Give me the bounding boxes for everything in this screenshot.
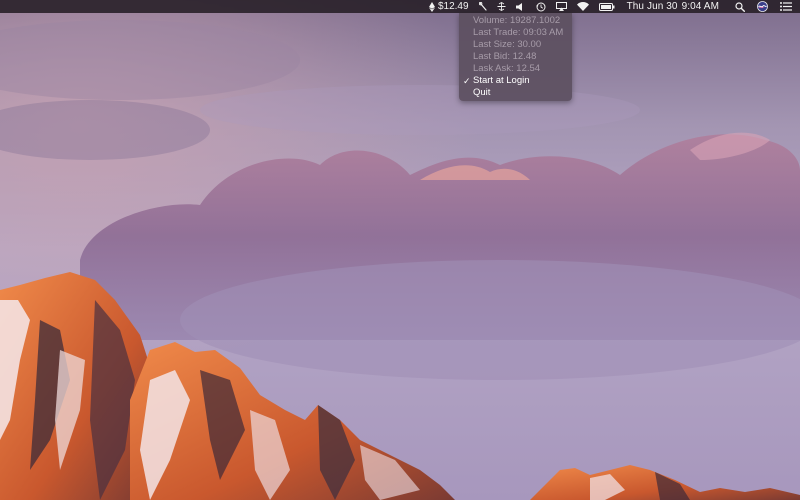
airplay-status-item[interactable]: [555, 0, 567, 13]
menu-bar-status-area: $12.49 Thu Jun 30 9:04 AM: [428, 0, 800, 13]
network-icon: [497, 2, 506, 11]
menu-item-volume: Volume: 19287.1002: [459, 15, 572, 27]
ticker-price: $12.49: [437, 1, 469, 12]
time-machine-status-item[interactable]: [535, 0, 546, 13]
ethereum-icon: [428, 1, 435, 12]
menu-item-last-trade: Last Trade: 09:03 AM: [459, 27, 572, 39]
battery-status-item[interactable]: [598, 0, 615, 13]
menu-item-label: Lask Ask: 12.54: [473, 63, 541, 74]
menu-item-label: Start at Login: [473, 75, 530, 86]
menu-bar: $12.49 Thu Jun 30 9:04 AM: [0, 0, 800, 13]
menu-item-start-at-login[interactable]: ✓ Start at Login: [459, 75, 572, 87]
wallpaper-mountain-scene: [0, 0, 800, 500]
menu-item-quit[interactable]: Quit: [459, 87, 572, 99]
siri-status-item[interactable]: [757, 0, 768, 13]
clock-date: Thu Jun 30: [626, 1, 678, 12]
menu-item-label: Volume: 19287.1002: [473, 15, 561, 26]
search-icon: [735, 1, 745, 12]
airplay-icon: [555, 2, 567, 11]
menu-item-label: Last Size: 30.00: [473, 39, 542, 50]
ticker-dropdown-menu: Volume: 19287.1002 Last Trade: 09:03 AM …: [459, 13, 572, 101]
battery-icon: [598, 2, 615, 11]
clock-time: 9:04 AM: [681, 1, 719, 12]
ticker-status-item[interactable]: $12.49: [428, 0, 469, 13]
wifi-status-item[interactable]: [576, 0, 589, 13]
volume-icon: [515, 2, 524, 11]
menu-item-last-ask: Lask Ask: 12.54: [459, 63, 572, 75]
network-status-item[interactable]: [497, 0, 506, 13]
siri-icon: [757, 1, 768, 12]
volume-status-item[interactable]: [515, 0, 524, 13]
time-machine-icon: [535, 2, 546, 12]
clock-status-item[interactable]: Thu Jun 30 9:04 AM: [627, 0, 719, 13]
tool-status-item[interactable]: [478, 0, 487, 13]
spotlight-status-item[interactable]: [735, 0, 745, 13]
wifi-icon: [576, 2, 589, 11]
menu-item-label: Last Bid: 12.48: [473, 51, 537, 62]
notification-center-status-item[interactable]: [780, 0, 792, 13]
desktop-wallpaper: [0, 0, 800, 500]
menu-item-label: Quit: [473, 87, 491, 98]
menu-item-last-bid: Last Bid: 12.48: [459, 51, 572, 63]
menu-item-label: Last Trade: 09:03 AM: [473, 27, 564, 38]
checkmark-icon: ✓: [463, 76, 471, 86]
notification-center-icon: [780, 2, 792, 11]
menu-item-last-size: Last Size: 30.00: [459, 39, 572, 51]
tool-icon: [478, 2, 487, 11]
